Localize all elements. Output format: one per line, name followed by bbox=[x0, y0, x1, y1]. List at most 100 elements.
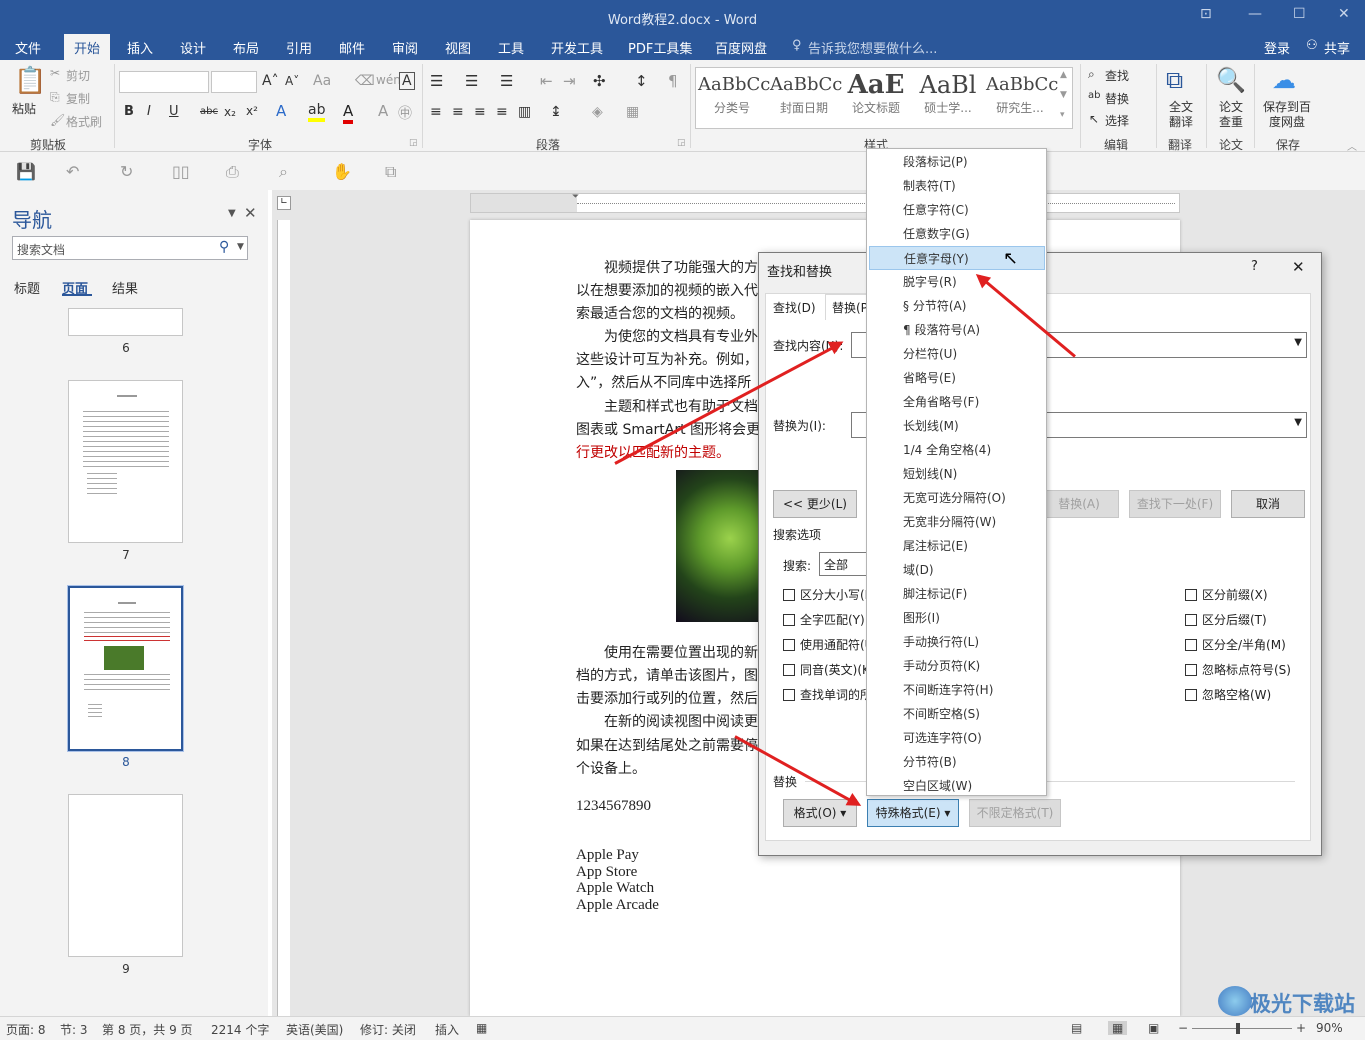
font-name-combo[interactable] bbox=[119, 71, 209, 93]
find-next-button[interactable]: 查找下一处(F) bbox=[1129, 490, 1221, 518]
chevron-down-icon[interactable]: ▼ bbox=[1294, 417, 1302, 428]
chevron-down-icon[interactable]: ▼ bbox=[1294, 337, 1302, 348]
status-word-count[interactable]: 2214 个字 bbox=[211, 1021, 269, 1038]
tab-developer[interactable]: 开发工具 bbox=[551, 38, 603, 57]
paragraph-dialog-launcher-icon[interactable]: ◲ bbox=[677, 138, 686, 148]
bullets-icon[interactable]: ☰ bbox=[430, 72, 443, 90]
zoom-in-icon[interactable]: + bbox=[1296, 1021, 1306, 1035]
menu-item-paragraph-mark[interactable]: 段落标记(P) bbox=[867, 150, 1046, 174]
sort-icon[interactable]: ↕ bbox=[635, 72, 648, 90]
italic-icon[interactable]: I bbox=[147, 104, 151, 119]
menu-item-nonbreaking-hyphen[interactable]: 不间断连字符(H) bbox=[867, 678, 1046, 702]
tab-layout[interactable]: 布局 bbox=[233, 38, 259, 57]
style-item[interactable]: AaBbCc 封面日期 bbox=[770, 71, 842, 125]
gallery-scroll-up-icon[interactable]: ▲ bbox=[1060, 70, 1067, 80]
help-button[interactable]: ? bbox=[1251, 259, 1258, 274]
print-layout-icon[interactable]: ▦ bbox=[1108, 1021, 1128, 1035]
login-link[interactable]: 登录 bbox=[1264, 38, 1290, 57]
subscript-icon[interactable]: x₂ bbox=[224, 105, 236, 119]
shrink-font-icon[interactable]: A˅ bbox=[285, 74, 299, 88]
minimize-icon[interactable]: — bbox=[1248, 6, 1262, 22]
menu-item-zw-optional-break[interactable]: 无宽可选分隔符(O) bbox=[867, 486, 1046, 510]
checkbox-whole-word[interactable]: 全字匹配(Y) bbox=[783, 611, 865, 628]
superscript-icon[interactable]: x² bbox=[246, 104, 258, 118]
read-view-icon[interactable]: ▤ bbox=[1071, 1021, 1082, 1035]
align-right-icon[interactable]: ≡ bbox=[474, 104, 486, 120]
page-thumbnail[interactable] bbox=[68, 308, 183, 336]
tab-find[interactable]: 查找(D) bbox=[773, 299, 816, 316]
tab-references[interactable]: 引用 bbox=[286, 38, 312, 57]
nav-tab-results[interactable]: 结果 bbox=[112, 278, 138, 297]
redo-icon[interactable]: ↻ bbox=[120, 162, 133, 181]
menu-item-tab[interactable]: 制表符(T) bbox=[867, 174, 1046, 198]
customize-icon[interactable]: ⧉ bbox=[385, 162, 396, 182]
checkbox-full-half-width[interactable]: 区分全/半角(M) bbox=[1185, 636, 1286, 653]
clear-format-icon[interactable]: ⌫ bbox=[355, 73, 375, 89]
share-button[interactable]: 共享 bbox=[1324, 38, 1350, 57]
copy-button[interactable]: 复制 bbox=[66, 90, 90, 107]
tell-me-input[interactable]: 告诉我您想要做什么... bbox=[808, 38, 937, 57]
phonetic-icon[interactable]: wén bbox=[376, 73, 401, 87]
menu-item-optional-hyphen[interactable]: 可选连字符(O) bbox=[867, 726, 1046, 750]
menu-item-graphic[interactable]: 图形(I) bbox=[867, 606, 1046, 630]
menu-item-column-break[interactable]: 分栏符(U) bbox=[867, 342, 1046, 366]
bold-icon[interactable]: B bbox=[124, 104, 134, 119]
highlight-icon[interactable]: ab bbox=[308, 102, 326, 122]
increase-indent-icon[interactable]: ⇥ bbox=[563, 72, 576, 90]
menu-item-footnote-mark[interactable]: 脚注标记(F) bbox=[867, 582, 1046, 606]
menu-item-manual-page-break[interactable]: 手动分页符(K) bbox=[867, 654, 1046, 678]
menu-item-em-dash[interactable]: 长划线(M) bbox=[867, 414, 1046, 438]
strikethrough-icon[interactable]: abc bbox=[200, 106, 218, 117]
find-button[interactable]: 查找 bbox=[1105, 67, 1129, 84]
nav-close-icon[interactable]: ✕ bbox=[244, 204, 257, 222]
menu-item-caret[interactable]: 脱字号(R) bbox=[867, 270, 1046, 294]
nav-tab-headings[interactable]: 标题 bbox=[14, 278, 40, 297]
status-section[interactable]: 节: 3 bbox=[60, 1021, 88, 1038]
close-icon[interactable]: ✕ bbox=[1292, 258, 1305, 276]
checkbox-sounds-like[interactable]: 同音(英文)(K) bbox=[783, 661, 875, 678]
style-item[interactable]: AaBbCc 研究生... bbox=[986, 71, 1058, 125]
line-spacing-icon[interactable]: ↨ bbox=[550, 104, 562, 120]
menu-item-endnote-mark[interactable]: 尾注标记(E) bbox=[867, 534, 1046, 558]
paper-check-button[interactable]: 论文查重 bbox=[1217, 100, 1245, 130]
menu-item-any-char[interactable]: 任意字符(C) bbox=[867, 198, 1046, 222]
tab-view[interactable]: 视图 bbox=[445, 38, 471, 57]
undo-icon[interactable]: ↶ bbox=[66, 162, 79, 181]
checkbox-ignore-space[interactable]: 忽略空格(W) bbox=[1185, 686, 1271, 703]
indent-marker-icon[interactable]: ⏷ bbox=[572, 192, 579, 202]
menu-item-field[interactable]: 域(D) bbox=[867, 558, 1046, 582]
justify-icon[interactable]: ≡ bbox=[496, 104, 508, 120]
grow-font-icon[interactable]: A˄ bbox=[262, 73, 279, 89]
less-button[interactable]: << 更少(L) bbox=[773, 490, 857, 518]
tab-tools[interactable]: 工具 bbox=[498, 38, 524, 57]
select-button[interactable]: 选择 bbox=[1105, 112, 1129, 129]
gallery-scroll-down-icon[interactable]: ▼ bbox=[1060, 90, 1067, 100]
enclose-char-icon[interactable]: ㊥ bbox=[398, 103, 412, 123]
status-mode[interactable]: 插入 bbox=[435, 1021, 459, 1038]
tab-review[interactable]: 审阅 bbox=[392, 38, 418, 57]
tab-file[interactable]: 文件 bbox=[15, 38, 41, 57]
paste-button[interactable]: 粘贴 bbox=[12, 100, 36, 117]
menu-item-nonbreaking-space[interactable]: 不间断空格(S) bbox=[867, 702, 1046, 726]
page-thumbnail[interactable] bbox=[68, 794, 183, 957]
menu-item-quarter-space[interactable]: 1/4 全角空格(4) bbox=[867, 438, 1046, 462]
status-page[interactable]: 页面: 8 bbox=[6, 1021, 46, 1038]
menu-item-section-char[interactable]: § 分节符(A) bbox=[867, 294, 1046, 318]
read-mode-icon[interactable]: ▯▯ bbox=[172, 162, 190, 181]
font-color-icon[interactable]: A bbox=[343, 102, 354, 124]
change-case-icon[interactable]: Aa bbox=[313, 73, 331, 89]
tab-mailings[interactable]: 邮件 bbox=[339, 38, 365, 57]
tab-insert[interactable]: 插入 bbox=[127, 38, 153, 57]
menu-item-pilcrow[interactable]: ¶ 段落符号(A) bbox=[867, 318, 1046, 342]
style-gallery[interactable]: AaBbCc 分类号 AaBbCc 封面日期 AaE 论文标题 AaBl 硕士学... … bbox=[695, 67, 1073, 129]
page-thumbnail[interactable] bbox=[68, 380, 183, 543]
maximize-icon[interactable]: ☐ bbox=[1293, 6, 1306, 22]
zoom-level[interactable]: 90% bbox=[1316, 1021, 1343, 1035]
macro-icon[interactable]: ▦ bbox=[476, 1021, 487, 1035]
char-shading-icon[interactable]: A bbox=[378, 102, 388, 120]
web-layout-icon[interactable]: ▣ bbox=[1148, 1021, 1159, 1035]
page-thumbnail-selected[interactable] bbox=[68, 586, 183, 751]
search-icon[interactable]: ⚲ bbox=[219, 239, 229, 255]
text-effect-icon[interactable]: A bbox=[276, 102, 286, 120]
menu-item-full-ellipsis[interactable]: 全角省略号(F) bbox=[867, 390, 1046, 414]
